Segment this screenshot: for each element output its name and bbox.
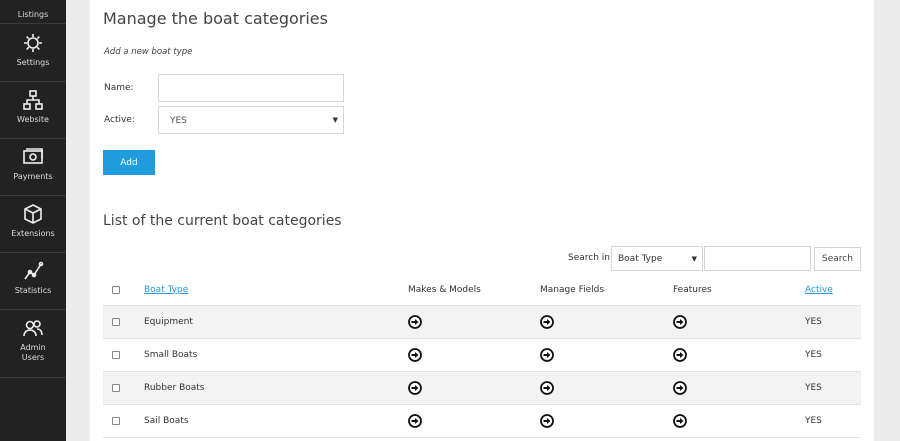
form-subtitle: Add a new boat type <box>104 47 193 57</box>
sidebar-item-statistics[interactable]: Statistics <box>0 253 66 310</box>
arrow-circle-right-icon[interactable] <box>408 348 422 362</box>
sidebar-item-label: Admin Users <box>20 343 46 362</box>
active-select[interactable]: YES ▼ <box>158 106 344 134</box>
sidebar-item-label: Settings <box>16 58 50 67</box>
column-header-features: Features <box>673 284 712 295</box>
sidebar-item-label: Website <box>17 115 49 124</box>
select-all-checkbox-cell <box>112 274 120 305</box>
boat-type-cell: Sail Boats <box>144 416 189 426</box>
admin-sidebar: Listings Settings Website Payments Exten… <box>0 0 66 441</box>
search-field-select[interactable]: Boat Type ▼ <box>611 246 703 271</box>
arrow-circle-right-icon[interactable] <box>408 381 422 395</box>
arrow-circle-right-icon[interactable] <box>673 315 687 329</box>
table-header: Boat Type Makes & Models Manage Fields F… <box>103 274 861 306</box>
arrow-circle-right-icon[interactable] <box>540 381 554 395</box>
list-title: List of the current boat categories <box>103 213 342 229</box>
table-row: Equipment YES <box>103 306 861 339</box>
gear-icon <box>22 32 44 54</box>
name-label: Name: <box>104 83 134 93</box>
sidebar-item-label: Statistics <box>14 286 52 295</box>
chevron-down-icon: ▼ <box>691 255 697 263</box>
active-cell: YES <box>805 317 822 327</box>
sidebar-item-extensions[interactable]: Extensions <box>0 196 66 253</box>
sidebar-item-payments[interactable]: Payments <box>0 139 66 196</box>
arrow-circle-right-icon[interactable] <box>673 348 687 362</box>
content-panel: Manage the boat categories Add a new boa… <box>90 0 874 441</box>
row-checkbox[interactable] <box>112 384 120 392</box>
name-input[interactable] <box>158 74 344 102</box>
sidebar-item-label: Payments <box>13 172 53 181</box>
arrow-circle-right-icon[interactable] <box>673 414 687 428</box>
active-cell: YES <box>805 383 822 393</box>
table-row: Rubber Boats YES <box>103 372 861 405</box>
cube-icon <box>22 203 44 225</box>
column-header-makes-models: Makes & Models <box>408 284 481 295</box>
add-button[interactable]: Add <box>103 150 155 175</box>
money-icon <box>22 146 44 168</box>
column-header-boat-type[interactable]: Boat Type <box>144 285 188 295</box>
boat-type-cell: Rubber Boats <box>144 383 205 393</box>
select-all-checkbox[interactable] <box>112 285 120 294</box>
row-checkbox[interactable] <box>112 318 120 326</box>
sidebar-item-label: Extensions <box>11 229 55 238</box>
users-icon <box>22 317 44 339</box>
arrow-circle-right-icon[interactable] <box>540 414 554 428</box>
boat-type-cell: Small Boats <box>144 350 198 360</box>
search-input[interactable] <box>704 246 811 271</box>
row-checkbox[interactable] <box>112 351 120 359</box>
sitemap-icon <box>22 89 44 111</box>
chevron-down-icon: ▼ <box>332 116 338 124</box>
active-select-value: YES <box>170 116 187 126</box>
row-checkbox[interactable] <box>112 417 120 425</box>
sidebar-item-listings[interactable]: Listings <box>0 0 66 24</box>
table-row: Small Boats YES <box>103 339 861 372</box>
sidebar-item-label: Listings <box>17 10 49 19</box>
page-title: Manage the boat categories <box>103 9 328 28</box>
sidebar-item-settings[interactable]: Settings <box>0 25 66 82</box>
sidebar-item-website[interactable]: Website <box>0 82 66 139</box>
column-header-active[interactable]: Active <box>805 285 833 295</box>
chart-line-icon <box>22 260 44 282</box>
column-header-manage-fields: Manage Fields <box>540 284 605 295</box>
search-in-label: Search in <box>568 253 610 263</box>
sidebar-item-admin-users[interactable]: Admin Users <box>0 310 66 378</box>
arrow-circle-right-icon[interactable] <box>540 348 554 362</box>
boat-type-cell: Equipment <box>144 317 193 327</box>
active-label: Active: <box>104 115 135 125</box>
search-button[interactable]: Search <box>814 247 861 271</box>
arrow-circle-right-icon[interactable] <box>408 414 422 428</box>
search-field-value: Boat Type <box>618 254 663 264</box>
active-cell: YES <box>805 350 822 360</box>
arrow-circle-right-icon[interactable] <box>540 315 554 329</box>
active-cell: YES <box>805 416 822 426</box>
arrow-circle-right-icon[interactable] <box>408 315 422 329</box>
arrow-circle-right-icon[interactable] <box>673 381 687 395</box>
table-row: Sail Boats YES <box>103 405 861 438</box>
